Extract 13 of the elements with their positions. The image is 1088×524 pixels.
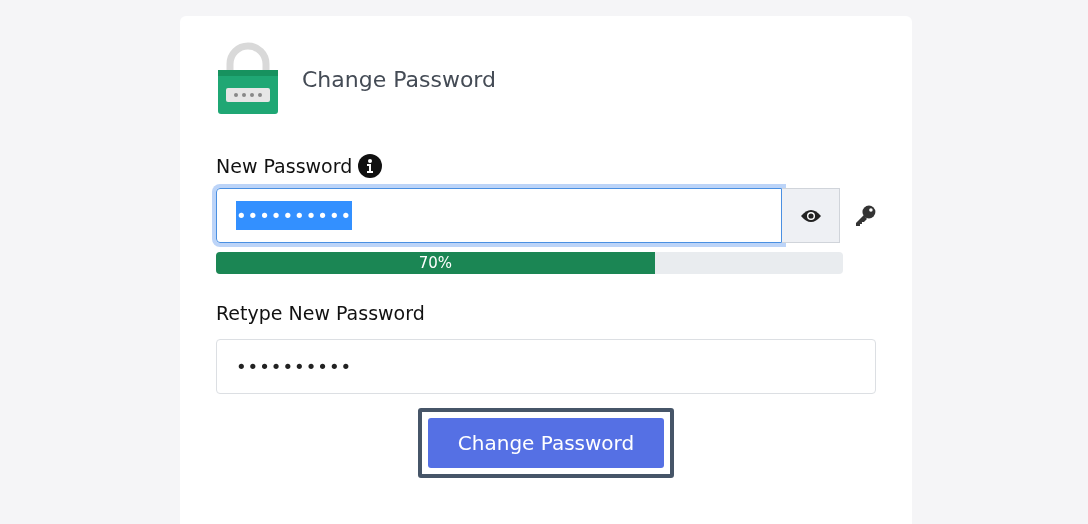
show-password-button[interactable] <box>782 188 841 243</box>
eye-icon <box>799 208 822 223</box>
page-title: Change Password <box>302 66 496 92</box>
change-password-button[interactable]: Change Password <box>427 418 665 468</box>
key-icon[interactable] <box>854 204 876 227</box>
field-label: Retype New Password <box>216 302 425 324</box>
password-dots: •••••••••• <box>236 356 353 377</box>
password-field[interactable]: •••••••••• <box>216 339 876 394</box>
strength-reading: 70% <box>418 254 453 272</box>
padlock-icon <box>216 42 280 116</box>
password-dots: •••••••••• <box>236 201 353 230</box>
field-label: New Password <box>216 155 353 177</box>
info-icon[interactable] <box>358 154 383 178</box>
